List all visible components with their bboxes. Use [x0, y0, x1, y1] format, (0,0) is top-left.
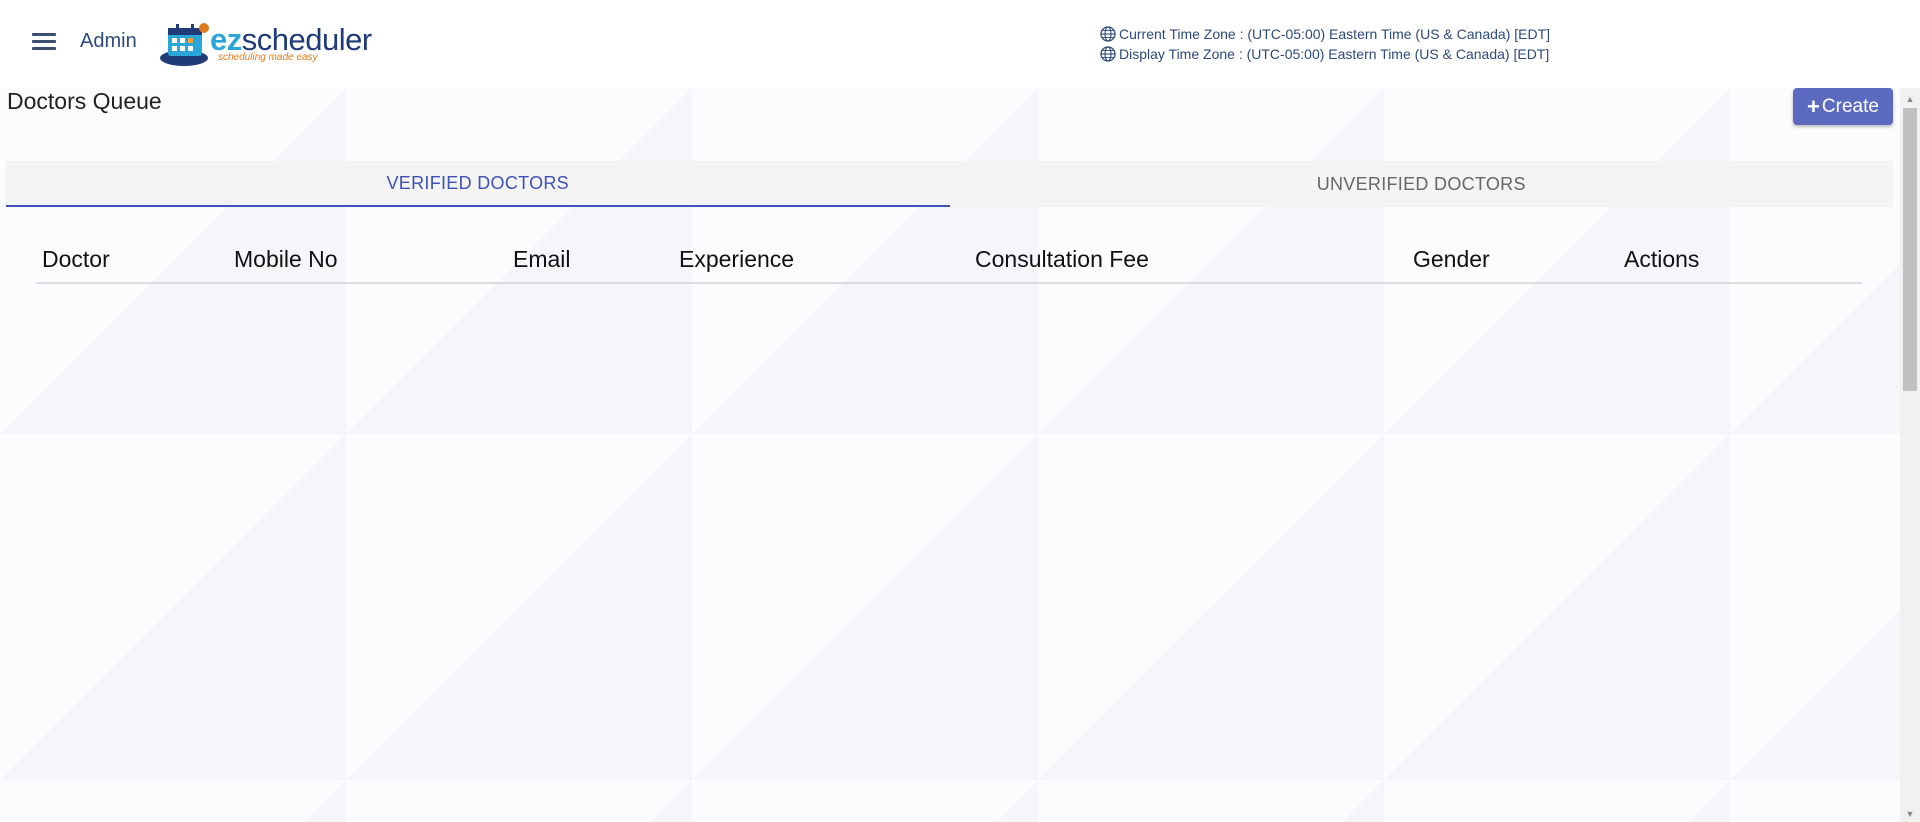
scrollbar-thumb[interactable]: [1903, 108, 1917, 391]
doctor-tabs: VERIFIED DOCTORS UNVERIFIED DOCTORS: [6, 161, 1893, 207]
globe-icon: [1100, 26, 1116, 42]
tab-unverified-doctors[interactable]: UNVERIFIED DOCTORS: [950, 161, 1894, 207]
doctors-table-header: Doctor Mobile No Email Experience Consul…: [36, 236, 1862, 284]
globe-icon: [1100, 46, 1116, 62]
current-timezone-text: Current Time Zone : (UTC-05:00) Eastern …: [1119, 26, 1551, 42]
timezone-info: Current Time Zone : (UTC-05:00) Eastern …: [1100, 24, 1550, 64]
display-timezone-text: Display Time Zone : (UTC-05:00) Eastern …: [1119, 46, 1550, 62]
app-header: Admin ezscheduler scheduling made easy C…: [0, 0, 1920, 88]
hamburger-menu-icon[interactable]: [32, 33, 56, 51]
column-header-experience[interactable]: Experience: [679, 246, 794, 273]
column-header-email[interactable]: Email: [513, 246, 571, 273]
page-title: Doctors Queue: [7, 88, 162, 114]
app-logo[interactable]: ezscheduler scheduling made easy: [158, 18, 372, 68]
role-label: Admin: [80, 30, 137, 52]
scroll-down-arrow-icon[interactable]: ▼: [1900, 805, 1920, 822]
column-header-consultation-fee[interactable]: Consultation Fee: [975, 246, 1149, 273]
vertical-scrollbar[interactable]: ▲ ▼: [1900, 88, 1920, 822]
create-button-label: Create: [1821, 95, 1879, 117]
column-header-gender[interactable]: Gender: [1413, 246, 1490, 273]
column-header-mobile-no[interactable]: Mobile No: [234, 246, 338, 273]
calendar-logo-icon: [160, 23, 209, 66]
scroll-up-arrow-icon[interactable]: ▲: [1900, 90, 1920, 107]
logo-tagline: scheduling made easy: [218, 52, 318, 63]
create-button[interactable]: + Create: [1793, 88, 1893, 125]
plus-icon: +: [1807, 93, 1820, 119]
column-header-doctor[interactable]: Doctor: [42, 246, 110, 273]
tab-verified-doctors[interactable]: VERIFIED DOCTORS: [6, 161, 950, 207]
column-header-actions[interactable]: Actions: [1624, 246, 1699, 273]
